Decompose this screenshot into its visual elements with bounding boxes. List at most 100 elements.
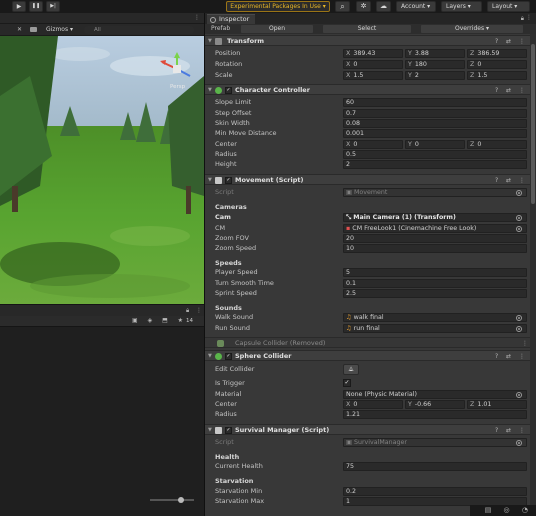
slope-limit-field[interactable]: 60 [343,97,527,107]
transform-header[interactable]: ▼ Transform ? ⇄ ⋮ [205,35,531,46]
prefab-select-button[interactable]: Select [323,25,411,33]
radius-field[interactable]: 1.21 [343,409,527,419]
inspector-scrollbar[interactable] [530,34,536,516]
rotation-x-field[interactable]: X0 [343,59,403,69]
cam-field[interactable]: ⤡ Main Camera (1) (Transform) [343,212,527,222]
object-picker-icon[interactable] [516,314,522,321]
scale-z-field[interactable]: Z 1.5 [467,70,527,80]
scale-y-field[interactable]: Y2 [405,70,465,80]
foldout-arrow-icon[interactable]: ▼ [208,37,212,46]
edit-collider-row: Edit Collider ⟁ [205,364,531,376]
more-options-icon[interactable]: ⋮ [194,14,200,21]
sprint-speed-field[interactable]: 2.5 [343,288,527,298]
layout-dropdown[interactable]: Layout ▾ [487,1,530,12]
tools-icon[interactable]: ✕ [17,26,22,33]
position-x-field[interactable]: X 389.43 [343,48,403,58]
foldout-arrow-icon[interactable]: ▼ [208,86,212,95]
material-field[interactable]: None (Physic Material) [343,389,527,399]
enabled-checkbox[interactable]: ✓ [225,177,232,184]
visibility-count[interactable]: 14 [186,318,193,324]
min-move-distance-field[interactable]: 0.001 [343,128,527,138]
object-picker-icon[interactable] [516,214,522,221]
center-y-field[interactable]: Y -0.66 [405,399,465,409]
object-picker-icon[interactable] [516,325,522,332]
prefab-overrides-dropdown[interactable]: Overrides ▾ [421,25,523,33]
sphere-collider-header[interactable]: ▼ ✓ Sphere Collider ? ⇄ ⋮ [205,350,531,361]
survival-manager-header[interactable]: ▼ ✓ Survival Manager (Script) ? ⇄ ⋮ [205,424,531,435]
prefab-open-button[interactable]: Open [241,25,313,33]
account-dropdown[interactable]: Account ▾ [396,1,436,12]
step-offset-field[interactable]: 0.7 [343,108,527,118]
foldout-arrow-icon[interactable]: ▼ [208,352,212,361]
scale-x-field[interactable]: X 1.5 [343,70,403,80]
height-field[interactable]: 2 [343,159,527,169]
rotation-z-field[interactable]: Z0 [467,59,527,69]
center-y-field[interactable]: Y0 [405,139,465,149]
gizmos-dropdown[interactable]: Gizmos ▾ [46,26,73,33]
scene-search-input[interactable]: All [84,26,194,34]
center-z-field[interactable]: Z0 [467,139,527,149]
inspector-tab-bar: Inspector 🔒︎ ⋮ [204,13,536,24]
capsule-collider-removed-header[interactable]: Capsule Collider (Removed) ⋮ [205,337,531,348]
lock-icon[interactable]: 🔒︎ [521,15,524,23]
current-health-field[interactable]: 75 [343,461,527,471]
edit-collider-button[interactable]: ⟁ [343,364,359,375]
enabled-checkbox[interactable]: ✓ [225,427,232,434]
lock-icon[interactable]: 🔒︎ [186,307,189,315]
foldout-arrow-icon[interactable]: ▼ [208,176,212,185]
camera-icon[interactable] [30,27,37,32]
center-x-field[interactable]: X0 [343,399,403,409]
skin-width-field[interactable]: 0.08 [343,118,527,128]
cm-field[interactable]: ▪ CM FreeLook1 (Cinemachine Free Look) [343,223,527,233]
center-z-field[interactable]: Z 1.01 [467,399,527,409]
walk-sound-field[interactable]: ♫ walk final [343,312,527,322]
zoom-slider[interactable] [150,497,194,503]
character-controller-header[interactable]: ▼ ✓ Character Controller ? ⇄ ⋮ [205,84,531,95]
player-speed-field[interactable]: 5 [343,267,527,277]
component-header-icons[interactable]: ? ⇄ ⋮ [495,86,528,95]
search-icon[interactable]: ⌕ [335,1,350,12]
enabled-checkbox[interactable]: ✓ [225,353,232,360]
object-picker-icon[interactable] [516,391,522,398]
component-header-icons[interactable]: ? ⇄ ⋮ [495,37,528,46]
enabled-checkbox[interactable]: ✓ [225,87,232,94]
is-trigger-checkbox[interactable]: ✓ [343,379,351,387]
component-header-icons[interactable]: ? ⇄ ⋮ [495,352,528,361]
rotation-y-field[interactable]: Y 180 [405,59,465,69]
position-z-field[interactable]: Z 386.59 [467,48,527,58]
foldout-arrow-icon[interactable]: ▼ [208,426,212,435]
field-label: Center [215,140,237,148]
turn-smooth-time-field[interactable]: 0.1 [343,278,527,288]
scene-viewport[interactable]: Persp [0,36,204,304]
movement-script-header[interactable]: ▼ ✓ Movement (Script) ? ⇄ ⋮ [205,174,531,185]
center-x-field[interactable]: X0 [343,139,403,149]
settings-icon[interactable]: ✲ [356,1,371,12]
radius-field[interactable]: 0.5 [343,149,527,159]
run-sound-field[interactable]: ♫ run final [343,323,527,333]
zoom-fov-field[interactable]: 20 [343,233,527,243]
orientation-gizmo[interactable] [160,52,194,86]
tab-inspector[interactable]: Inspector [207,14,256,24]
cloud-icon[interactable]: ☁ [376,1,391,12]
zoom-speed-field[interactable]: 10 [343,243,527,253]
experimental-packages-button[interactable]: Experimental Packages In Use ▾ [226,1,330,12]
scrollbar-thumb[interactable] [531,44,535,204]
more-options-icon[interactable]: ⋮ [196,307,202,314]
zoom-slider-thumb[interactable] [178,497,184,503]
field-label: Starvation Min [215,487,263,495]
position-y-field[interactable]: Y 3.88 [405,48,465,58]
more-options-icon[interactable]: ⋮ [522,339,528,348]
play-button[interactable]: ▶ [12,1,26,12]
more-options-icon[interactable]: ⋮ [526,14,532,21]
status-bar-icons[interactable]: ▤ ◎ ◔ [470,505,536,516]
step-button[interactable]: ▶| [46,1,60,12]
starvation-min-field[interactable]: 0.2 [343,486,527,496]
persp-label[interactable]: Persp [170,84,185,90]
component-header-icons[interactable]: ? ⇄ ⋮ [495,426,528,435]
object-picker-icon [516,189,522,196]
layers-dropdown[interactable]: Layers ▾ [441,1,482,12]
object-picker-icon[interactable] [516,225,522,232]
toolbar-icons[interactable]: ▣ ◈ ⬒ ★ [132,317,187,324]
pause-button[interactable]: ❚❚ [29,1,43,12]
component-header-icons[interactable]: ? ⇄ ⋮ [495,176,528,185]
